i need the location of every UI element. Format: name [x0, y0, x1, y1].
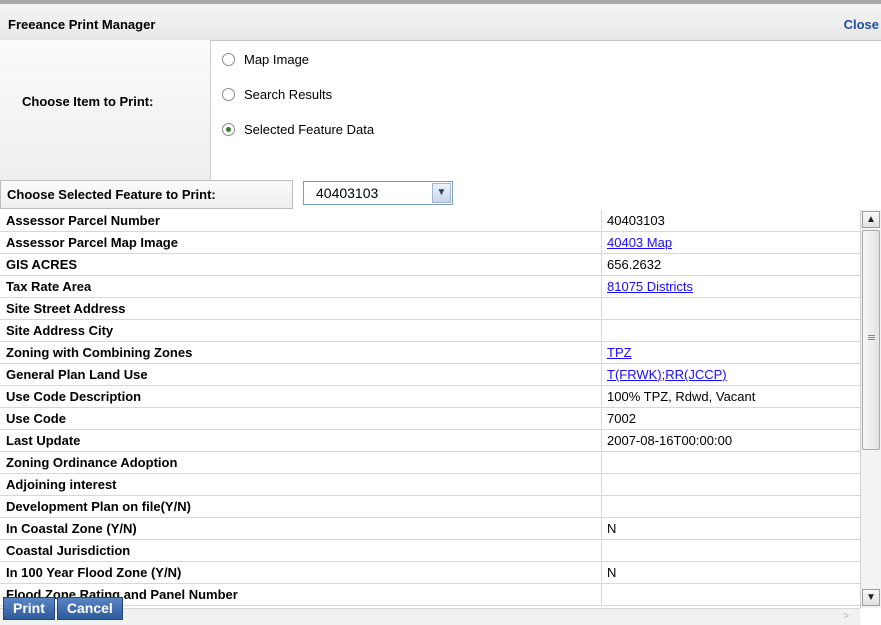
- field-name: Site Address City: [6, 323, 114, 338]
- field-name: GIS ACRES: [6, 257, 78, 272]
- table-row: Last Update 2007-08-16T00:00:00: [0, 430, 860, 452]
- field-name: Use Code: [6, 411, 66, 426]
- table-row: Zoning with Combining Zones TPZ: [0, 342, 860, 364]
- radio-button-icon[interactable]: [222, 52, 235, 66]
- field-value-cell: T(FRWK);RR(JCCP): [601, 364, 860, 385]
- field-value: 7002: [607, 411, 636, 426]
- table-row: Tax Rate Area 81075 Districts: [0, 276, 860, 298]
- field-value-link[interactable]: 81075 Districts: [607, 279, 693, 294]
- field-value: N: [607, 565, 617, 580]
- field-value-cell: N: [601, 562, 860, 583]
- field-value-cell: [601, 584, 860, 605]
- print-button[interactable]: Print: [3, 597, 55, 620]
- field-value-link[interactable]: TPZ: [607, 345, 632, 360]
- table-row: Use Code 7002: [0, 408, 860, 430]
- print-item-label-cell: Choose Item to Print:: [0, 40, 211, 180]
- close-link[interactable]: Close: [844, 17, 879, 32]
- radio-label: Selected Feature Data: [244, 121, 375, 137]
- field-name: Development Plan on file(Y/N): [6, 499, 191, 514]
- field-value-cell: [601, 540, 860, 561]
- field-value-cell: 7002: [601, 408, 860, 429]
- field-value-cell: [601, 496, 860, 517]
- window-title: Freeance Print Manager: [8, 17, 156, 32]
- radio-label: Map Image: [244, 51, 310, 67]
- arrow-up-icon[interactable]: ▲: [862, 211, 880, 228]
- field-name: Assessor Parcel Map Image: [6, 235, 178, 250]
- field-name: Last Update: [6, 433, 81, 448]
- field-name: Zoning with Combining Zones: [6, 345, 193, 360]
- feature-select-label-cell: Choose Selected Feature to Print:: [0, 180, 293, 209]
- print-item-panel: Choose Item to Print: Map Image Search R…: [0, 40, 881, 181]
- field-value: 100% TPZ, Rdwd, Vacant: [607, 389, 756, 404]
- field-value-cell: 656.2632: [601, 254, 860, 275]
- field-name: Coastal Jurisdiction: [6, 543, 131, 558]
- field-name: Use Code Description: [6, 389, 142, 404]
- radio-button-icon[interactable]: [222, 87, 235, 101]
- radio-search-results[interactable]: Search Results: [222, 83, 332, 105]
- field-value-cell: [601, 320, 860, 341]
- title-bar: Freeance Print Manager Close: [0, 4, 881, 41]
- field-value: N: [607, 521, 617, 536]
- radio-label: Search Results: [244, 86, 333, 102]
- field-name: General Plan Land Use: [6, 367, 148, 382]
- table-row: GIS ACRES 656.2632: [0, 254, 860, 276]
- table-row: Use Code Description 100% TPZ, Rdwd, Vaca…: [0, 386, 860, 408]
- radio-selected-feature-data[interactable]: Selected Feature Data: [222, 118, 374, 140]
- vertical-scrollbar[interactable]: ▲ ▼: [860, 210, 881, 608]
- table-row: Adjoining interest: [0, 474, 860, 496]
- feature-dropdown[interactable]: 40403103 ▼: [303, 181, 453, 205]
- field-value-cell: 40403103: [601, 210, 860, 231]
- chevron-down-icon[interactable]: ▼: [432, 183, 451, 203]
- field-value-cell: 100% TPZ, Rdwd, Vacant: [601, 386, 860, 407]
- grip-icon: [868, 335, 875, 336]
- table-row: Assessor Parcel Number 40403103: [0, 210, 860, 232]
- field-name: Zoning Ordinance Adoption: [6, 455, 178, 470]
- feature-dropdown-value: 40403103: [316, 185, 379, 201]
- field-value: 2007-08-16T00:00:00: [607, 433, 733, 448]
- field-value-cell: 40403 Map: [601, 232, 860, 253]
- field-value-cell: [601, 298, 860, 319]
- field-name: Tax Rate Area: [6, 279, 92, 294]
- table-row: In Coastal Zone (Y/N) N: [0, 518, 860, 540]
- table-row: Zoning Ordinance Adoption: [0, 452, 860, 474]
- field-name: In 100 Year Flood Zone (Y/N): [6, 565, 182, 580]
- field-value-cell: N: [601, 518, 860, 539]
- field-value-cell: 81075 Districts: [601, 276, 860, 297]
- field-value-link[interactable]: T(FRWK);RR(JCCP): [607, 367, 727, 382]
- table-row: Development Plan on file(Y/N): [0, 496, 860, 518]
- field-value-cell: 2007-08-16T00:00:00: [601, 430, 860, 451]
- radio-button-checked-icon[interactable]: [222, 122, 235, 136]
- table-row: Flood Zone Rating and Panel Number: [0, 584, 860, 606]
- field-value-cell: [601, 474, 860, 495]
- action-buttons: Print Cancel: [3, 597, 125, 620]
- radio-map-image[interactable]: Map Image: [222, 48, 309, 70]
- field-name: In Coastal Zone (Y/N): [6, 521, 137, 536]
- scroll-thumb[interactable]: [862, 230, 880, 450]
- field-name: Assessor Parcel Number: [6, 213, 160, 228]
- table-row: Coastal Jurisdiction: [0, 540, 860, 562]
- field-value: 40403103: [607, 213, 665, 228]
- table-row: In 100 Year Flood Zone (Y/N) N: [0, 562, 860, 584]
- field-name: Adjoining interest: [6, 477, 117, 492]
- cancel-button[interactable]: Cancel: [56, 597, 123, 620]
- table-row: Site Street Address: [0, 298, 860, 320]
- field-value-cell: TPZ: [601, 342, 860, 363]
- arrow-down-icon[interactable]: ▼: [862, 589, 880, 606]
- arrow-right-icon[interactable]: >: [837, 609, 855, 625]
- print-item-label: Choose Item to Print:: [22, 94, 154, 109]
- feature-data-table: Assessor Parcel Number 40403103 Assessor P…: [0, 210, 860, 608]
- field-name: Site Street Address: [6, 301, 126, 316]
- table-row: General Plan Land Use T(FRWK);RR(JCCP): [0, 364, 860, 386]
- field-value: 656.2632: [607, 257, 662, 272]
- field-value-cell: [601, 452, 860, 473]
- feature-select-label: Choose Selected Feature to Print:: [7, 187, 216, 202]
- field-value-link[interactable]: 40403 Map: [607, 235, 672, 250]
- table-row: Site Address City: [0, 320, 860, 342]
- feature-select-row: Choose Selected Feature to Print: 404031…: [0, 180, 881, 210]
- table-row: Assessor Parcel Map Image 40403 Map: [0, 232, 860, 254]
- horizontal-scrollbar[interactable]: >: [0, 608, 860, 625]
